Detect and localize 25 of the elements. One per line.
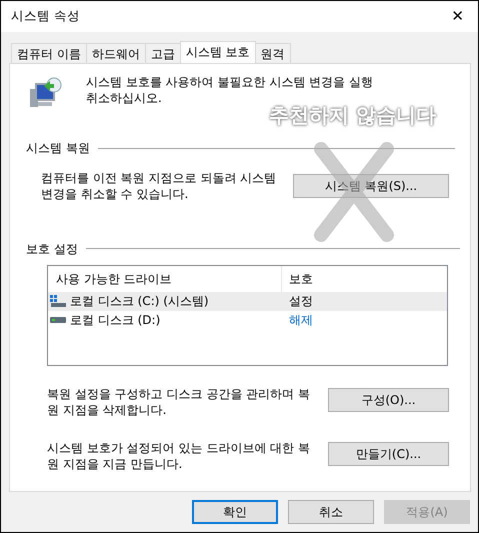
action-button[interactable]: 만들기(C)... [328, 442, 449, 466]
system-restore-button[interactable]: 시스템 복원(S)... [293, 174, 449, 198]
dialog-button[interactable]: 취소 [288, 500, 374, 524]
description-text: 컴퓨터를 이전 복원 지점으로 되돌려 시스템 변경을 취소할 수 있습니다. [41, 170, 278, 203]
computer-restore-icon [28, 76, 62, 110]
protection-status: 설정 [288, 293, 314, 310]
description-text: 시스템 보호가 설정되어 있는 드라이브에 대한 복원 지점을 지금 만듭니다. [47, 440, 311, 472]
drive-row[interactable]: 로컬 디스크 (D:) 해제 [48, 310, 447, 330]
drive-name: 로컬 디스크 (C:) (시스템) [70, 293, 209, 310]
action-button[interactable]: 구성(O)... [328, 388, 449, 412]
tab[interactable]: 시스템 보호 [180, 41, 256, 63]
dialog-button[interactable]: 확인 [192, 500, 278, 524]
section-title: 보호 설정 [26, 240, 78, 257]
tab[interactable]: 원격 [254, 43, 291, 63]
section-title: 시스템 복원 [26, 140, 90, 156]
drive-row[interactable]: 로컬 디스크 (C:) (시스템) 설정 [48, 292, 447, 311]
drive-name: 로컬 디스크 (D:) [70, 312, 160, 328]
column-header[interactable]: 보호 [282, 270, 447, 287]
window-title: 시스템 속성 [11, 8, 80, 25]
tab[interactable]: 고급 [144, 43, 181, 63]
description-text: 복원 설정을 구성하고 디스크 공간을 관리하며 복원 지점을 삭제합니다. [47, 386, 311, 418]
protection-status: 해제 [288, 312, 314, 328]
close-button[interactable]: ✕ [447, 6, 468, 27]
tab[interactable]: 하드웨어 [86, 43, 146, 63]
tab[interactable]: 컴퓨터 이름 [11, 43, 87, 63]
